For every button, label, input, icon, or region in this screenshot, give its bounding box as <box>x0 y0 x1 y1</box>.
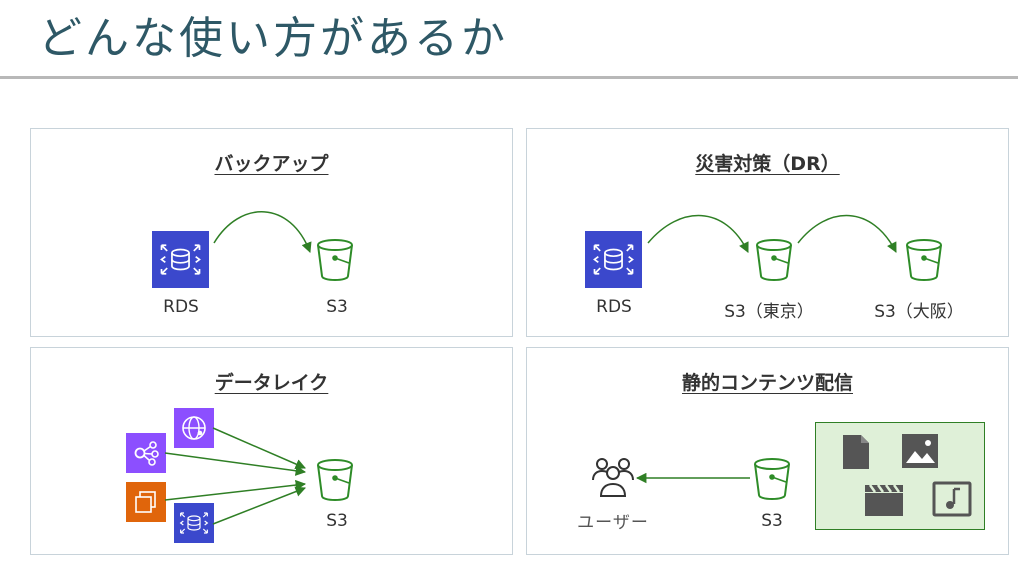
connector-layer <box>164 211 897 525</box>
